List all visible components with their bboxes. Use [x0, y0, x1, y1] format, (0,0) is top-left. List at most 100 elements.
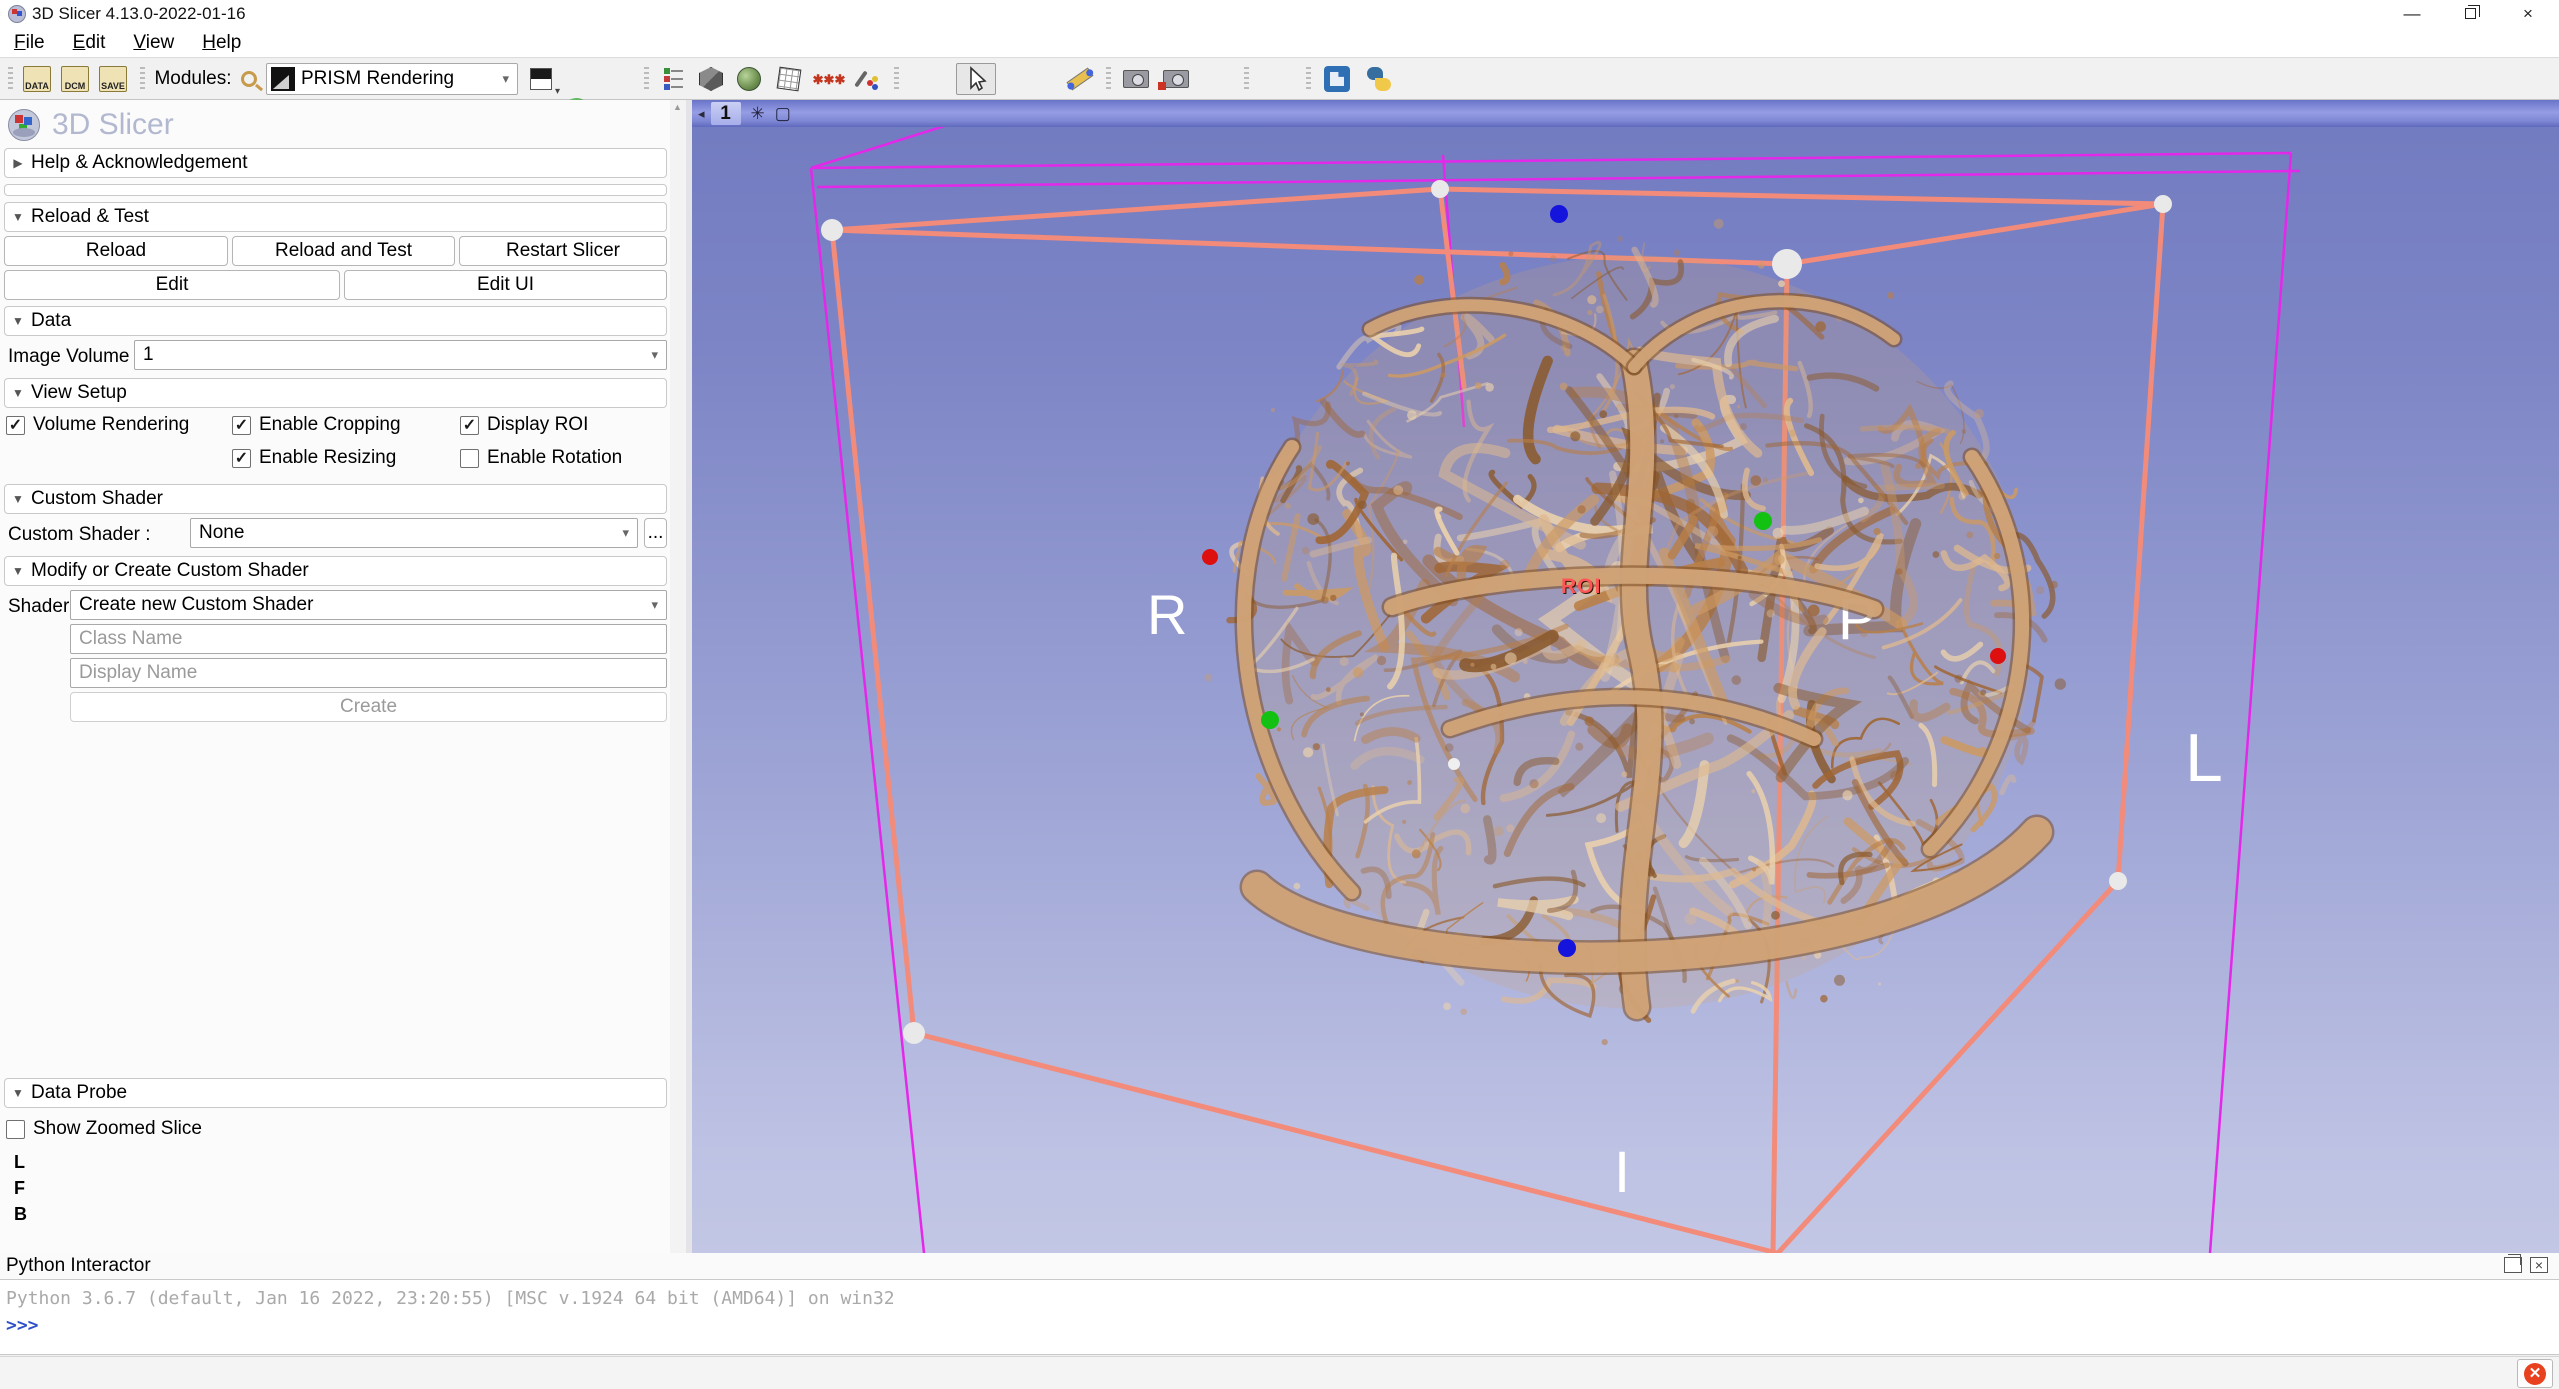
menu-view[interactable]: View — [119, 28, 188, 58]
load-data-icon: DATA — [23, 66, 51, 92]
expanded-arrow-icon: ▼ — [5, 492, 31, 506]
camera-icon — [1123, 70, 1149, 88]
window-title: 3D Slicer 4.13.0-2022-01-16 — [32, 4, 246, 24]
section-custom-shader[interactable]: ▼ Custom Shader — [4, 484, 667, 514]
scene-camera-icon — [1163, 70, 1189, 88]
toolbar-grip[interactable] — [644, 67, 649, 91]
reload-button[interactable]: Reload — [4, 236, 228, 266]
probe-line-b: B — [14, 1204, 27, 1225]
image-volume-combo[interactable]: 1 ▾ — [134, 340, 667, 370]
menu-edit[interactable]: Edit — [59, 28, 120, 58]
toolbar-grip[interactable] — [140, 67, 145, 91]
error-log-button[interactable]: ✕ — [2517, 1359, 2553, 1388]
expanded-arrow-icon: ▼ — [5, 564, 31, 578]
extensions-manager-button[interactable] — [1318, 63, 1356, 95]
menu-help[interactable]: Help — [188, 28, 255, 58]
screenshot-button[interactable] — [1118, 63, 1154, 95]
ruler-button[interactable] — [1060, 63, 1100, 95]
volume-rendering-button[interactable] — [732, 63, 766, 95]
custom-shader-more-button[interactable]: ... — [644, 518, 667, 548]
python-icon — [1366, 66, 1392, 92]
python-console-button[interactable] — [1360, 63, 1398, 95]
reload-and-test-button[interactable]: Reload and Test — [232, 236, 455, 266]
section-help-acknowledgement[interactable]: ▶ Help & Acknowledgement — [4, 148, 667, 178]
checkbox-volume-rendering[interactable]: ✓ Volume Rendering — [6, 414, 189, 436]
checkbox-mark — [460, 449, 479, 468]
vascular-volume-rendering[interactable]: P — [1204, 219, 2066, 1045]
volume-rendering-icon — [737, 67, 761, 91]
markups-button[interactable]: ✱✱✱ — [812, 63, 846, 95]
create-shader-button[interactable]: Create — [70, 692, 667, 722]
module-selected-label: PRISM Rendering — [301, 68, 454, 90]
toolbar-grip[interactable] — [1306, 67, 1311, 91]
save-button[interactable]: SAVE — [96, 63, 130, 95]
checkbox-show-zoomed-slice[interactable]: Show Zoomed Slice — [6, 1118, 202, 1140]
slicer-logo-icon — [8, 109, 40, 141]
maximize-button[interactable] — [2441, 0, 2499, 28]
save-icon: SAVE — [99, 66, 127, 92]
cursor-arrow-icon — [961, 64, 991, 94]
modules-label: Modules: — [152, 63, 234, 95]
subject-hierarchy-button[interactable] — [656, 63, 690, 95]
checkbox-mark: ✓ — [6, 416, 25, 435]
view-maximize-icon[interactable]: ▢ — [775, 104, 791, 124]
axis-handle-red — [1990, 648, 2006, 664]
axis-handle-blue — [1550, 205, 1568, 223]
threed-viewport[interactable]: P R — [692, 127, 2559, 1253]
load-data-button[interactable]: DATA — [20, 63, 54, 95]
collapsed-arrow-icon: ▶ — [5, 156, 31, 170]
section-data-probe[interactable]: ▼ Data Probe — [4, 1078, 667, 1108]
close-panel-icon[interactable]: × — [2530, 1257, 2548, 1273]
view-options-icon[interactable]: ✳ — [751, 104, 765, 124]
extensions-icon — [1324, 66, 1350, 92]
python-console[interactable]: Python 3.6.7 (default, Jan 16 2022, 23:2… — [0, 1279, 2559, 1355]
module-history-button[interactable]: ▾ — [526, 63, 556, 95]
checkbox-enable-rotation[interactable]: Enable Rotation — [460, 447, 622, 469]
shader-combo[interactable]: Create new Custom Shader ▾ — [70, 590, 667, 620]
panel-scrollbar[interactable]: ▲ — [670, 100, 686, 1253]
float-panel-icon[interactable] — [2504, 1257, 2522, 1273]
class-name-input[interactable] — [70, 624, 667, 654]
module-search-button[interactable] — [236, 63, 262, 95]
combo-arrow-icon: ▾ — [622, 525, 629, 541]
custom-shader-combo[interactable]: None ▾ — [190, 518, 638, 548]
minimize-button[interactable]: — — [2383, 0, 2441, 28]
combo-arrow-icon: ▾ — [651, 347, 658, 363]
volume-render-scene[interactable]: P — [692, 127, 2559, 1253]
display-name-input[interactable] — [70, 658, 667, 688]
segment-editor-button[interactable] — [850, 63, 884, 95]
toolbar-grip[interactable] — [8, 67, 13, 91]
load-dicom-button[interactable]: DCM — [58, 63, 92, 95]
menu-file[interactable]: File — [0, 28, 59, 58]
section-data[interactable]: ▼ Data — [4, 306, 667, 336]
view-pin-icon[interactable]: ◂ — [698, 106, 705, 122]
threed-view-header[interactable]: ◂ 1 ✳ ▢ — [692, 100, 2559, 127]
toolbar-grip[interactable] — [1244, 67, 1249, 91]
image-volume-label: Image Volume : — [8, 346, 140, 368]
edit-ui-button[interactable]: Edit UI — [344, 270, 667, 300]
module-selector-combo[interactable]: PRISM Rendering ▾ — [266, 63, 518, 95]
transforms-button[interactable] — [772, 63, 806, 95]
ruler-icon — [1066, 67, 1093, 90]
volume-module-button[interactable] — [694, 63, 728, 95]
edit-button[interactable]: Edit — [4, 270, 340, 300]
section-view-setup[interactable]: ▼ View Setup — [4, 378, 667, 408]
toolbar-grip[interactable] — [1106, 67, 1111, 91]
checkbox-enable-resizing[interactable]: ✓ Enable Resizing — [232, 447, 396, 469]
orientation-letter-r: R — [1147, 582, 1187, 647]
paint-brush-icon — [856, 68, 878, 90]
section-reload-test[interactable]: ▼ Reload & Test — [4, 202, 667, 232]
toolbar-grip[interactable] — [894, 67, 899, 91]
combo-arrow-icon: ▾ — [651, 597, 658, 613]
view-label: 1 — [711, 102, 741, 125]
checkbox-display-roi[interactable]: ✓ Display ROI — [460, 414, 588, 436]
status-bar: ✕ — [0, 1356, 2559, 1389]
checkbox-enable-cropping[interactable]: ✓ Enable Cropping — [232, 414, 401, 436]
mouse-interaction-button[interactable] — [956, 63, 996, 95]
volume-cube-icon — [699, 67, 723, 91]
section-modify-create-shader[interactable]: ▼ Modify or Create Custom Shader — [4, 556, 667, 586]
restart-slicer-button[interactable]: Restart Slicer — [459, 236, 667, 266]
close-button[interactable]: × — [2499, 0, 2557, 28]
expanded-arrow-icon: ▼ — [5, 1086, 31, 1100]
scene-view-button[interactable] — [1158, 63, 1194, 95]
